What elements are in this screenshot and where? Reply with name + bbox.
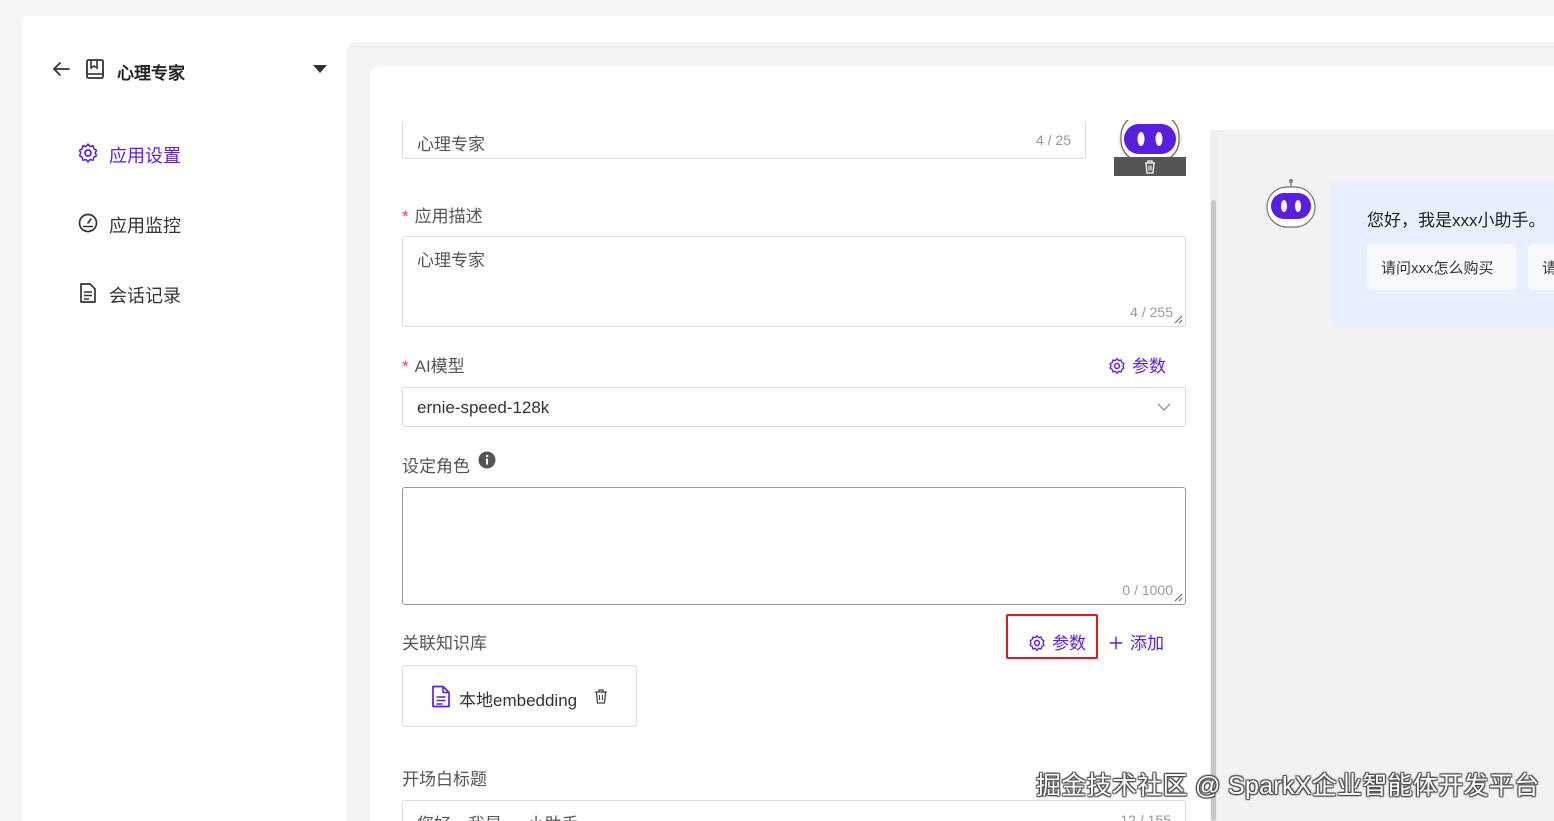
model-params-link[interactable]: 参数 [1108,352,1166,377]
sidebar-item-label: 应用监控 [109,216,181,236]
suggestion-chip[interactable]: 请问xxx怎么购买 [1367,244,1516,290]
chevron-down-icon [1157,403,1171,411]
app-name-input[interactable]: 心理专家 4 / 25 [402,120,1086,159]
opening-title-label: 开场白标题 [402,770,487,789]
document-icon [80,283,96,303]
app-name-counter: 4 / 25 [1035,132,1071,148]
role-label: 设定角色 [402,457,470,476]
bot-avatar-icon [1264,178,1318,229]
ai-model-label: * AI模型 [402,357,465,376]
add-knowledge-link[interactable]: 添加 [1108,629,1164,654]
ai-model-select[interactable]: ernie-speed-128k [402,387,1186,427]
description-counter: 4 / 255 [1130,304,1173,320]
params-highlight-box [1006,614,1098,659]
trash-icon [1145,160,1155,174]
back-arrow-icon[interactable] [50,58,72,80]
role-textarea[interactable]: 0 / 1000 [402,487,1186,605]
opening-title-input[interactable]: 您好，我是xxx小助手 12 / 155 [402,800,1186,821]
opening-title-counter: 12 / 155 [1120,812,1171,821]
sidebar-item-label: 会话记录 [109,286,181,306]
info-icon[interactable] [478,451,496,469]
sidebar-item-session-records[interactable]: 会话记录 [77,280,277,306]
description-label: * 应用描述 [402,207,483,226]
sidebar-item-label: 应用设置 [109,146,181,166]
ai-model-value: ernie-speed-128k [417,398,550,417]
gear-icon [1109,357,1125,375]
watermark: 掘金技术社区 @ SparkX企业智能体开发平台 [1036,772,1540,800]
plus-icon [1109,636,1123,650]
sidebar-item-app-settings[interactable]: 应用设置 [77,140,277,166]
app-book-icon [86,59,104,79]
trash-icon[interactable] [594,688,608,704]
description-textarea[interactable]: 心理专家 4 / 255 [402,236,1186,327]
description-value: 心理专家 [417,251,485,270]
app-name-value: 心理专家 [417,135,485,154]
caret-down-icon[interactable] [312,62,328,76]
form-scrollbar-thumb[interactable] [1211,200,1216,821]
gauge-icon [78,213,98,233]
sidebar-item-app-monitor[interactable]: 应用监控 [77,210,277,236]
gear-icon [78,143,98,163]
resize-handle-icon[interactable] [1174,593,1183,602]
file-icon [432,685,450,708]
knowledge-item[interactable]: 本地embedding [402,665,637,727]
suggestion-chip[interactable]: 请 [1528,244,1554,290]
avatar-delete-bar[interactable] [1114,157,1186,176]
greeting-text: 您好，我是xxx小助手。 [1367,211,1546,230]
opening-title-value: 您好，我是xxx小助手 [417,810,579,821]
knowledge-item-name: 本地embedding [459,691,578,710]
resize-handle-icon[interactable] [1174,315,1183,324]
role-counter: 0 / 1000 [1122,582,1173,598]
knowledge-label: 关联知识库 [402,634,487,653]
app-title: 心理专家 [117,64,185,83]
